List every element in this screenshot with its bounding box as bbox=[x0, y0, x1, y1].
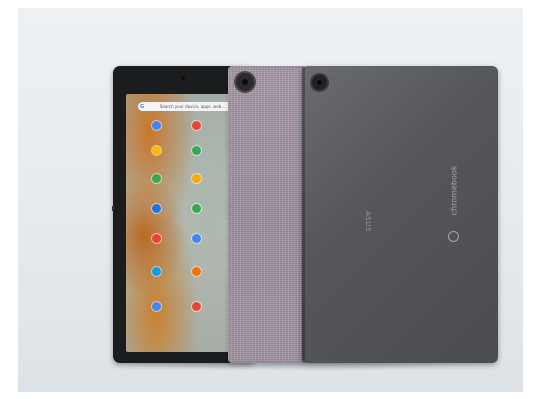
front-camera-icon bbox=[181, 76, 185, 80]
back-edge bbox=[302, 66, 305, 363]
side-button bbox=[112, 206, 114, 211]
app-icon bbox=[152, 146, 161, 155]
app-icon bbox=[192, 302, 201, 311]
app-icon bbox=[152, 234, 161, 243]
rear-camera-icon bbox=[312, 75, 327, 90]
app-icon bbox=[152, 267, 161, 276]
app-icon bbox=[192, 121, 201, 130]
chrome-logo-icon bbox=[448, 231, 459, 242]
google-g-icon: G bbox=[140, 103, 145, 110]
fabric-stand-cover bbox=[228, 66, 306, 363]
app-icon bbox=[192, 267, 201, 276]
app-icon bbox=[192, 234, 201, 243]
product-photo-scene: G Search your device, apps, web... ASUS … bbox=[18, 8, 523, 392]
app-icon bbox=[192, 204, 201, 213]
chromebook-logo: chromebook bbox=[449, 165, 459, 216]
app-icon bbox=[152, 302, 161, 311]
app-icon bbox=[152, 121, 161, 130]
asus-logo: ASUS bbox=[364, 211, 372, 232]
app-icon bbox=[192, 174, 201, 183]
tablet-back: ASUS chromebook bbox=[302, 66, 498, 363]
app-icon bbox=[192, 146, 201, 155]
camera-icon bbox=[236, 73, 254, 91]
search-bar: G Search your device, apps, web... bbox=[138, 102, 236, 111]
tablet-screen: G Search your device, apps, web... bbox=[126, 94, 244, 352]
app-icon bbox=[152, 174, 161, 183]
app-icon bbox=[152, 204, 161, 213]
search-placeholder: Search your device, apps, web... bbox=[159, 104, 226, 109]
